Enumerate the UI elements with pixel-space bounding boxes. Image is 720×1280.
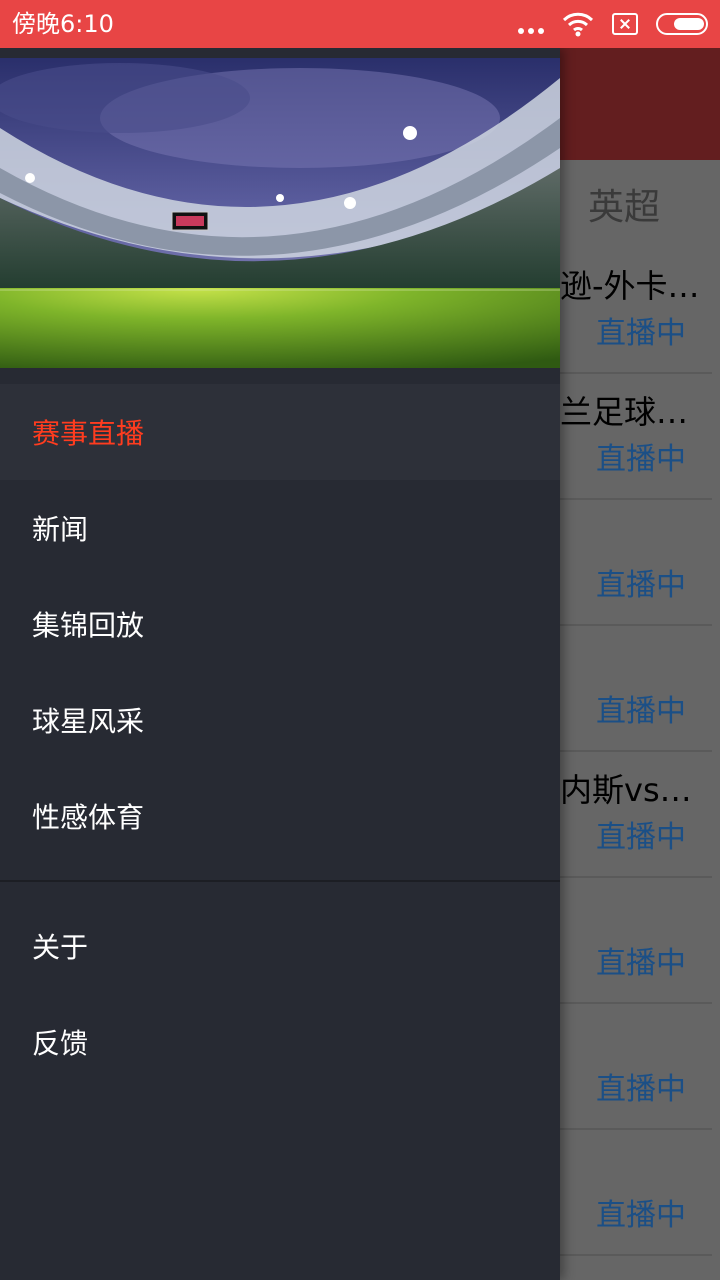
menu-item-news[interactable]: 新闻 <box>0 480 560 576</box>
menu-item-stars[interactable]: 球星风采 <box>0 672 560 768</box>
menu-divider <box>0 880 560 882</box>
menu-item-sexy-sports[interactable]: 性感体育 <box>0 768 560 864</box>
no-sim-icon <box>612 13 638 35</box>
more-dots-icon <box>518 14 544 34</box>
menu-item-feedback[interactable]: 反馈 <box>0 994 560 1090</box>
wifi-icon <box>562 12 594 37</box>
menu-item-highlights[interactable]: 集锦回放 <box>0 576 560 672</box>
menu-item-about[interactable]: 关于 <box>0 898 560 994</box>
menu-item-live[interactable]: 赛事直播 <box>0 384 560 480</box>
status-bar: 傍晚6:10 <box>0 0 720 48</box>
status-icons <box>518 10 708 38</box>
battery-icon <box>656 13 708 35</box>
stadium-image <box>0 58 560 368</box>
status-time: 傍晚6:10 <box>12 10 114 38</box>
navigation-drawer: 赛事直播 新闻 集锦回放 球星风采 性感体育 关于 反馈 <box>0 48 560 1280</box>
